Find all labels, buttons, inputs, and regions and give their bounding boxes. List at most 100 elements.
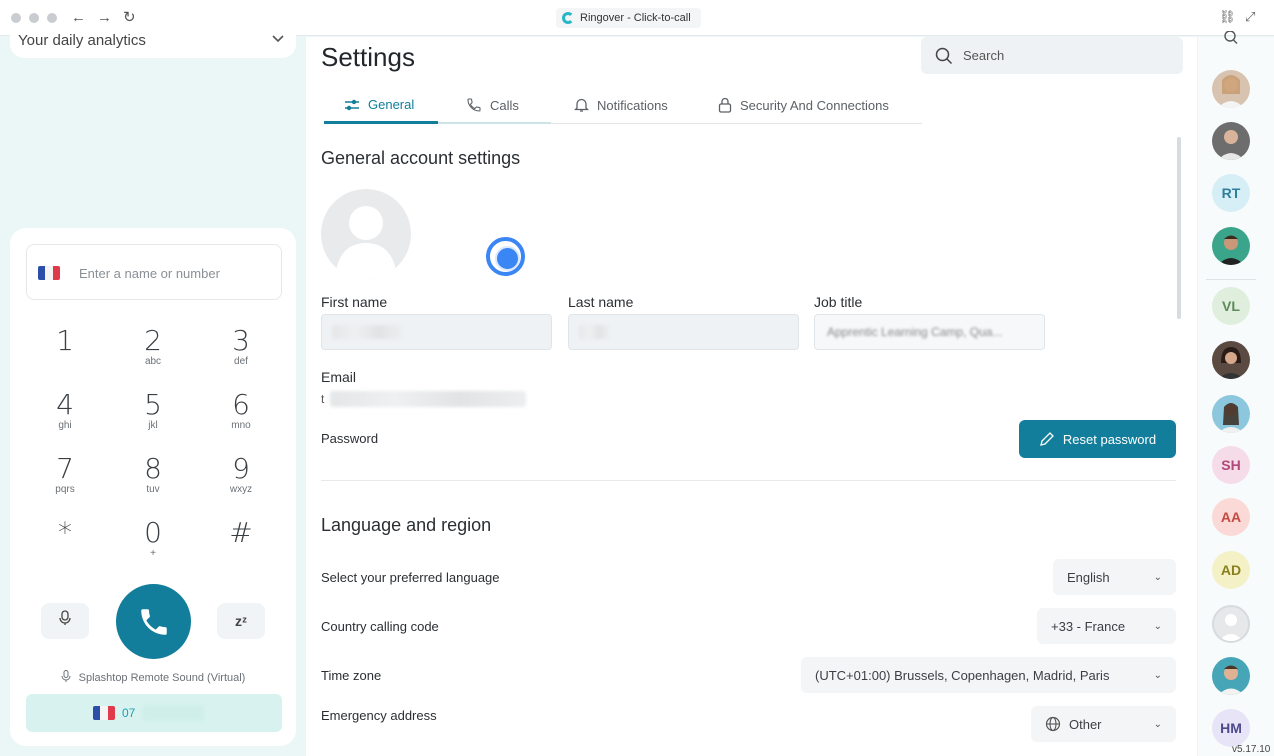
timezone-value: (UTC+01:00) Brussels, Copenhagen, Madrid…	[815, 667, 1110, 683]
tab-notifications[interactable]: Notifications	[574, 97, 668, 113]
contact-avatar-sh[interactable]: SH	[1212, 446, 1250, 484]
tab-general[interactable]: General	[344, 97, 414, 112]
phone-icon	[467, 98, 481, 112]
contact-avatar-ad[interactable]: AD	[1212, 551, 1250, 589]
phone-icon	[140, 608, 167, 635]
reset-password-button[interactable]: Reset password	[1019, 420, 1176, 458]
keypad-digit: 3	[232, 324, 250, 357]
contact-avatar-photo[interactable]	[1212, 122, 1250, 160]
contact-initials: AD	[1220, 562, 1242, 578]
back-arrow-icon[interactable]: ←	[71, 9, 86, 27]
keypad-key-0[interactable]: 0 +	[123, 518, 183, 560]
window-title: Ringover - Click-to-call	[556, 8, 701, 28]
settings-panel: Settings Search General Calls Notificati…	[306, 37, 1197, 756]
keypad-digit: 5	[144, 388, 162, 421]
tab-security-label: Security And Connections	[740, 97, 889, 113]
chevron-down-icon	[270, 30, 286, 49]
language-value: English	[1067, 569, 1110, 585]
contact-avatar-photo[interactable]	[1212, 395, 1250, 433]
window-close-dot[interactable]	[11, 13, 21, 23]
call-button[interactable]	[116, 584, 191, 659]
tab-security[interactable]: Security And Connections	[718, 97, 889, 113]
emergency-address-value: Other	[1069, 716, 1102, 732]
forward-arrow-icon[interactable]: →	[97, 9, 112, 27]
contact-avatar-photo[interactable]	[1212, 70, 1250, 108]
reload-icon[interactable]: ↻	[123, 9, 136, 27]
timezone-select[interactable]: (UTC+01:00) Brussels, Copenhagen, Madrid…	[801, 657, 1176, 693]
last-name-field[interactable]	[568, 314, 799, 350]
emergency-address-select[interactable]: Other ⌄	[1031, 706, 1176, 742]
keypad-key-1[interactable]: 1	[35, 326, 95, 356]
dial-input[interactable]: Enter a name or number	[26, 244, 282, 300]
link-icon[interactable]: ⛓	[1219, 9, 1236, 25]
snooze-button[interactable]: zᶻ	[217, 603, 265, 639]
snooze-label: zᶻ	[234, 613, 248, 629]
caller-id-selector[interactable]: 07	[26, 694, 282, 732]
contact-initials: AA	[1220, 509, 1242, 525]
keypad-key-7[interactable]: 7 pqrs	[35, 454, 95, 496]
tab-calls[interactable]: Calls	[466, 97, 519, 113]
keypad-digit: 7	[56, 452, 74, 485]
keypad-digit: 4	[56, 388, 74, 421]
keypad-key-8[interactable]: 8 tuv	[123, 454, 183, 496]
email-label: Email	[321, 369, 357, 385]
daily-analytics-dropdown[interactable]: Your daily analytics	[10, 28, 296, 58]
contacts-rail: RT VL SH AA AD HM v5.17.10	[1198, 31, 1274, 756]
profile-avatar[interactable]	[321, 189, 411, 279]
microphone-icon	[61, 670, 71, 682]
language-select[interactable]: English ⌄	[1053, 559, 1176, 595]
first-name-redacted	[332, 325, 402, 339]
audio-device[interactable]: Splashtop Remote Sound (Virtual)	[10, 670, 296, 684]
emergency-address-label: Emergency address	[321, 708, 437, 723]
keypad-key-9[interactable]: 9 wxyz	[211, 454, 271, 496]
contact-avatar-placeholder[interactable]	[1212, 605, 1250, 643]
tab-hover-indicator	[438, 122, 551, 124]
contact-avatar-photo[interactable]	[1212, 227, 1250, 265]
lock-icon	[718, 97, 732, 113]
keypad-digit: 6	[232, 388, 250, 421]
contact-avatar-rt[interactable]: RT	[1212, 174, 1250, 212]
page-title: Settings	[321, 42, 415, 72]
contact-avatar-aa[interactable]: AA	[1212, 498, 1250, 536]
active-tab-indicator	[324, 121, 438, 124]
contact-avatar-hm[interactable]: HM	[1212, 709, 1250, 747]
dial-input-placeholder: Enter a name or number	[79, 266, 220, 281]
keypad-key-2[interactable]: 2 abc	[123, 326, 183, 368]
daily-analytics-label: Your daily analytics	[18, 32, 146, 49]
chevron-down-icon: ⌄	[1153, 718, 1162, 730]
keypad-digit: #	[229, 516, 253, 549]
reset-password-label: Reset password	[1062, 431, 1157, 447]
tab-calls-label: Calls	[490, 97, 519, 113]
keypad-letters: +	[150, 548, 156, 559]
france-flag-icon	[93, 706, 115, 720]
job-title-value: Apprentic Learning Camp, Qua...	[827, 325, 1003, 339]
france-flag-icon[interactable]	[38, 266, 60, 280]
window-minimize-dot[interactable]	[29, 13, 39, 23]
dialer-panel: Enter a name or number 1 2 abc 3 def 4 ghi 5 jkl…	[10, 228, 296, 746]
keypad-key-4[interactable]: 4 ghi	[35, 390, 95, 432]
mic-button[interactable]	[41, 603, 89, 639]
chevron-down-icon: ⌄	[1153, 620, 1162, 632]
job-title-field[interactable]: Apprentic Learning Camp, Qua...	[814, 314, 1045, 350]
keypad-letters: tuv	[146, 484, 160, 495]
contact-avatar-vl[interactable]: VL	[1212, 287, 1250, 325]
contact-avatar-photo[interactable]	[1212, 341, 1250, 379]
first-name-field[interactable]	[321, 314, 552, 350]
keypad-key-6[interactable]: 6 mno	[211, 390, 271, 432]
scrollbar[interactable]	[1177, 137, 1181, 319]
search-icon[interactable]	[1223, 31, 1239, 47]
contact-avatar-photo[interactable]	[1212, 657, 1250, 695]
keypad-digit: 1	[56, 324, 74, 357]
keypad-key-hash[interactable]: #	[211, 518, 271, 548]
window-zoom-dot[interactable]	[47, 13, 57, 23]
keypad-digit: 9	[232, 452, 250, 485]
expand-icon[interactable]: ⤢	[1245, 9, 1255, 25]
keypad-key-3[interactable]: 3 def	[211, 326, 271, 368]
country-code-select[interactable]: +33 - France ⌄	[1037, 608, 1176, 644]
search-input[interactable]: Search	[921, 37, 1183, 74]
keypad-key-star[interactable]: *	[35, 518, 95, 548]
rail-divider	[1206, 279, 1256, 280]
keypad-key-5[interactable]: 5 jkl	[123, 390, 183, 432]
keypad-letters: def	[234, 356, 248, 367]
contact-initials: VL	[1222, 298, 1240, 314]
